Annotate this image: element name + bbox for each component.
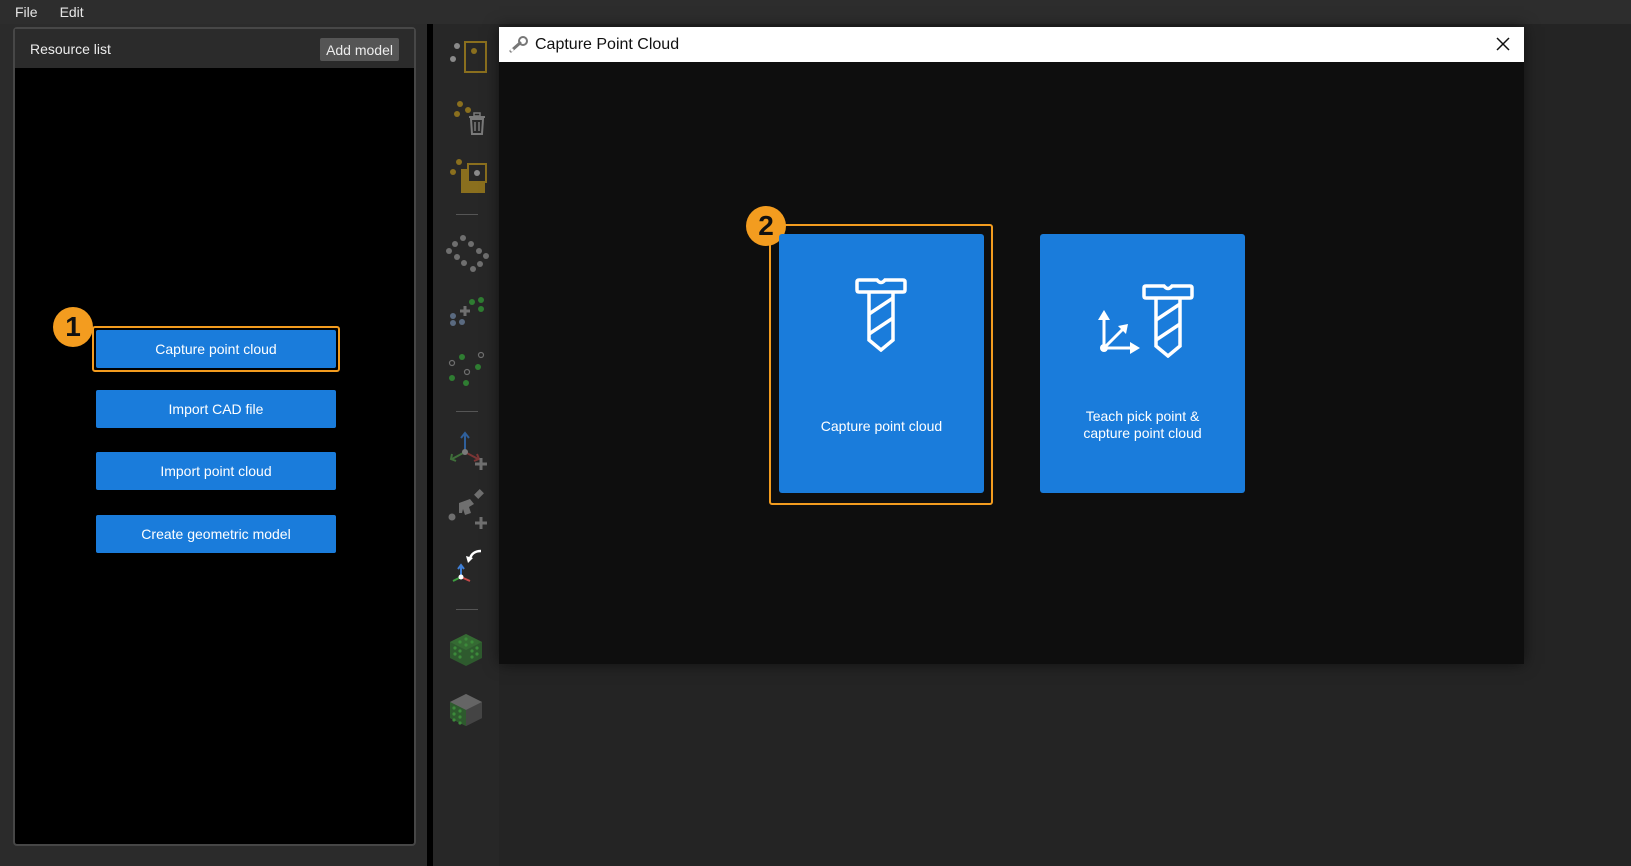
teach-pick-point-option-label-line1: Teach pick point & — [1085, 408, 1200, 424]
menu-bar: File Edit — [0, 0, 1631, 24]
dialog-titlebar: Capture Point Cloud — [499, 27, 1524, 62]
capture-point-cloud-option-label: Capture point cloud — [820, 418, 943, 434]
axes-screw-icon — [1098, 284, 1194, 358]
step1-badge: 1 — [53, 307, 93, 347]
import-cad-file-button[interactable]: Import CAD file — [96, 390, 336, 428]
dialog-close-button[interactable] — [1494, 35, 1512, 53]
point-cloud-toggle-icon[interactable] — [443, 350, 489, 396]
dialog-title: Capture Point Cloud — [535, 35, 680, 53]
add-coordinate-frame-icon[interactable] — [443, 428, 489, 474]
toolbar-separator — [456, 609, 478, 610]
crop-points-icon[interactable] — [443, 152, 489, 198]
point-cloud-outline-icon[interactable] — [443, 230, 489, 276]
resource-panel-header: Resource list Add model — [15, 29, 414, 68]
teach-pick-point-option-label-line2: capture point cloud — [1083, 425, 1202, 441]
toolbar-separator — [456, 411, 478, 412]
toolbar-separator — [456, 214, 478, 215]
resource-panel-title: Resource list — [30, 40, 111, 57]
capture-point-cloud-option[interactable]: Capture point cloud — [779, 234, 984, 493]
close-icon — [1496, 37, 1510, 51]
resource-panel: Resource list Add model 1 Capture point … — [13, 27, 416, 846]
capture-point-cloud-button[interactable]: Capture point cloud — [96, 330, 336, 368]
show-point-cube-icon[interactable] — [443, 626, 489, 672]
wrench-icon — [509, 35, 528, 52]
add-points-icon[interactable] — [443, 290, 489, 336]
menu-file[interactable]: File — [15, 4, 38, 20]
screw-icon — [855, 278, 907, 352]
reset-frame-icon[interactable] — [443, 545, 489, 591]
select-points-in-box-icon[interactable] — [443, 34, 489, 80]
import-point-cloud-button[interactable]: Import point cloud — [96, 452, 336, 490]
delete-points-icon[interactable] — [443, 94, 489, 140]
add-model-button[interactable]: Add model — [320, 38, 399, 61]
capture-point-cloud-dialog: Capture Point Cloud 2 Capture point clou… — [499, 27, 1524, 664]
menu-edit[interactable]: Edit — [60, 4, 84, 20]
add-gripper-icon[interactable] — [443, 487, 489, 533]
teach-pick-point-option[interactable]: Teach pick point & capture point cloud — [1040, 234, 1245, 493]
vertical-toolbar — [433, 24, 499, 866]
show-solid-cube-icon[interactable] — [443, 686, 489, 732]
create-geometric-model-button[interactable]: Create geometric model — [96, 515, 336, 553]
